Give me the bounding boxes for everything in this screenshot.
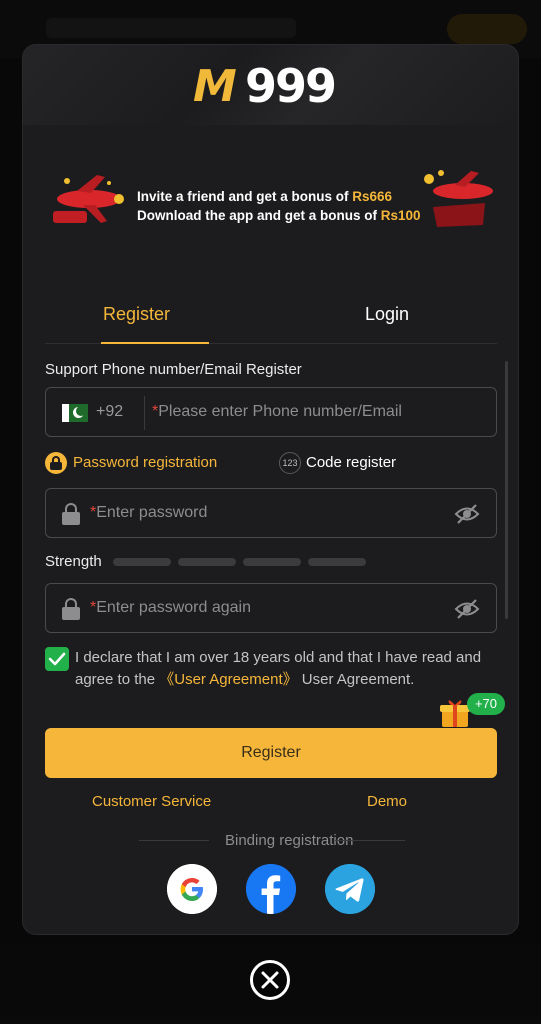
promo-text: Invite a friend and get a bonus of Rs666… [137,187,437,225]
confirm-password-placeholder[interactable]: *Enter password again [90,599,251,617]
password-registration-option[interactable]: Password registration [73,454,217,471]
promo-amount-1: Rs666 [352,189,393,204]
strength-segment [113,558,171,566]
logo-m: M [193,61,237,112]
google-icon[interactable] [167,864,217,914]
password-placeholder[interactable]: *Enter password [90,504,207,522]
strength-label: Strength [45,553,102,570]
bonus-badge: +70 [467,693,505,715]
registration-mode: Password registration 123 Code register [45,450,497,476]
lock-icon [62,598,80,620]
lock-icon [62,503,80,525]
active-tab-indicator [101,342,209,344]
confirm-password-field[interactable]: *Enter password again [45,583,497,633]
scrollbar[interactable] [505,361,508,619]
code-register-option[interactable]: Code register [306,454,396,471]
aviator-plane-icon [53,175,124,223]
customer-service-link[interactable]: Customer Service [92,793,211,810]
lock-icon[interactable] [45,452,67,474]
register-button[interactable]: Register [45,728,497,778]
logo-number: 999 [245,59,337,113]
wild-plane-icon [424,170,493,227]
country-code[interactable]: +92 [96,403,123,421]
agreement-text-2: User Agreement. [297,671,415,688]
user-agreement-link[interactable]: 《User Agreement》 [159,671,297,688]
promo-amount-2: Rs100 [380,208,421,223]
binding-registration: Binding registration [45,831,497,851]
agree-checkbox[interactable] [45,647,69,671]
promo-banner: Invite a friend and get a bonus of Rs666… [47,167,499,235]
telegram-icon[interactable] [325,864,375,914]
pakistan-flag-icon[interactable] [62,404,88,422]
strength-segment [178,558,236,566]
agreement-text: I declare that I am over 18 years old an… [75,647,495,691]
auth-tabs: Register Login [45,292,497,344]
eye-off-icon[interactable] [454,503,480,525]
register-modal: M 999 Invite a friend and get a bonus of… [22,44,519,935]
support-label: Support Phone number/Email Register [45,361,302,378]
promo-line-2: Download the app and get a bonus of [137,208,381,223]
promo-line-1: Invite a friend and get a bonus of [137,189,353,204]
phone-email-placeholder[interactable]: *Please enter Phone number/Email [152,403,402,421]
code-icon[interactable]: 123 [279,452,301,474]
demo-link[interactable]: Demo [367,793,407,810]
phone-email-field[interactable]: +92 *Please enter Phone number/Email [45,387,497,437]
divider [139,840,209,841]
close-icon[interactable] [249,959,291,1001]
password-strength: Strength [45,552,497,572]
tab-login[interactable]: Login [365,304,409,325]
facebook-icon[interactable] [246,864,296,914]
tab-register[interactable]: Register [103,304,170,325]
password-field[interactable]: *Enter password [45,488,497,538]
field-divider [144,396,145,430]
divider [335,840,405,841]
m999-logo: M 999 [193,59,353,113]
strength-segment [243,558,301,566]
strength-segment [308,558,366,566]
eye-off-icon[interactable] [454,598,480,620]
